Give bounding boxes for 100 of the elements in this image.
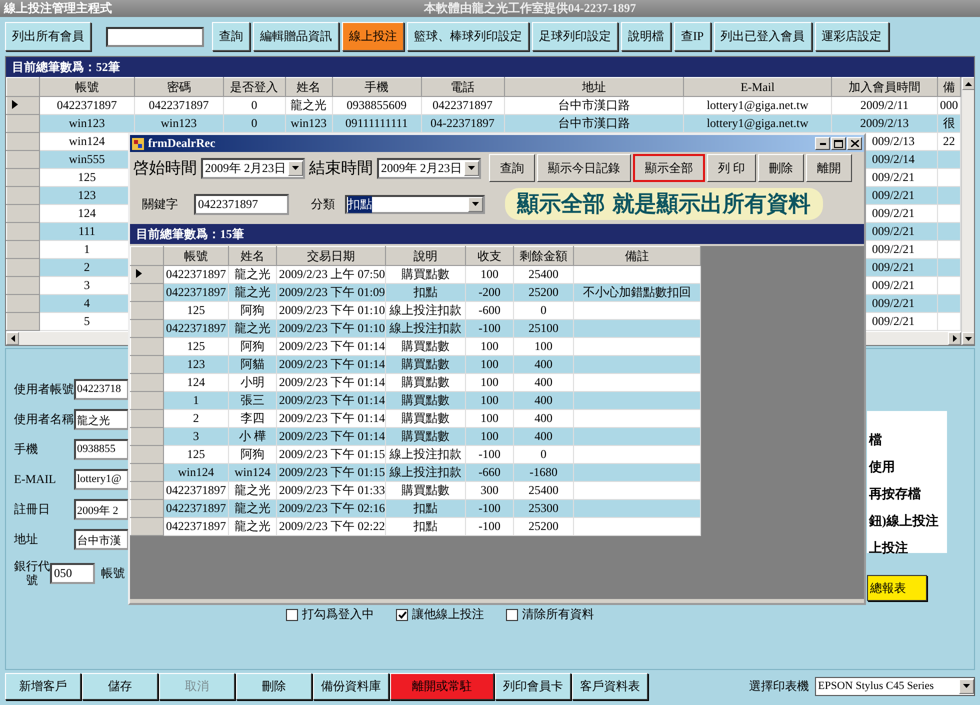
date-picker[interactable]: 2009年 2月23日 [377, 158, 481, 178]
action-button[interactable]: 備份資料庫 [313, 672, 389, 700]
column-header[interactable]: 電話 [421, 78, 504, 96]
checkbox[interactable] [506, 608, 518, 620]
dialog-button[interactable]: 刪除 [758, 154, 804, 182]
column-header[interactable]: 姓名 [228, 246, 276, 266]
row-pointer-icon [12, 100, 18, 109]
row-header[interactable] [6, 96, 40, 114]
date-picker[interactable]: 2009年 2月23日 [201, 158, 305, 178]
table-cell: 0422371897 [164, 320, 228, 338]
toolbar-button[interactable]: 查IP [674, 22, 711, 51]
action-button[interactable]: 新增客戶 [5, 672, 81, 700]
checkbox[interactable] [286, 608, 298, 620]
report-button[interactable]: 總報表 [867, 575, 927, 601]
table-cell: 購買點數 [386, 356, 466, 374]
toolbar-button[interactable]: 查詢 [212, 22, 250, 51]
printer-select[interactable]: EPSON Stylus C45 Series [815, 676, 975, 696]
row-header[interactable] [130, 266, 164, 284]
column-header[interactable]: 加入會員時間 [832, 78, 938, 96]
maximize-button[interactable] [831, 137, 846, 150]
table-cell: 購買點數 [386, 266, 466, 284]
action-button[interactable]: 列印會員卡 [495, 672, 571, 700]
table-cell: 2009/2/11 [832, 96, 938, 114]
scroll-left-button[interactable] [6, 332, 19, 345]
action-button[interactable]: 離開或常駐 [390, 672, 494, 700]
column-header[interactable]: 地址 [504, 78, 684, 96]
close-icon [850, 140, 858, 147]
toolbar-button[interactable]: 足球列印設定 [532, 22, 618, 51]
toolbar-button[interactable]: 列出所有會員 [5, 22, 91, 51]
input-field[interactable]: 台中市漢 [74, 529, 129, 550]
table-cell: 2 [164, 410, 228, 428]
table-cell: -100 [466, 320, 514, 338]
column-header[interactable]: 剩餘金額 [514, 246, 574, 266]
column-header[interactable]: 交易日期 [276, 246, 386, 266]
input-field[interactable]: lottery1@ [74, 469, 129, 490]
column-header[interactable]: 帳號 [39, 78, 134, 96]
search-field[interactable] [106, 26, 204, 46]
table-cell: win123 [39, 114, 134, 132]
banner-text: 本軟體由龍之光工作室提供04-2237-1897 [422, 0, 637, 17]
input-field[interactable]: 2009年 2 [74, 499, 129, 520]
dialog-button[interactable]: 顯示今日記錄 [537, 154, 631, 182]
checkbox-label: 讓他線上投注 [412, 606, 484, 623]
column-header[interactable]: 密碼 [134, 78, 224, 96]
dialog-button[interactable]: 查詢 [489, 154, 535, 182]
input-field[interactable]: 0938855 [74, 439, 129, 460]
table-cell: 0 [223, 114, 286, 132]
column-header[interactable]: 備註 [574, 246, 700, 266]
action-button[interactable]: 刪除 [236, 672, 312, 700]
note-text: 上投注 [869, 539, 909, 557]
toolbar-button[interactable]: 籃球、棒球列印設定 [407, 22, 529, 51]
column-header[interactable]: 手機 [332, 78, 422, 96]
table-cell: 400 [514, 428, 574, 446]
keyword-field[interactable]: 0422371897 [194, 194, 289, 214]
toolbar-button[interactable]: 列出已登入會員 [714, 22, 812, 51]
toolbar-button[interactable]: 編輯贈品資訊 [253, 22, 339, 51]
dropdown-arrow-icon[interactable] [292, 166, 299, 170]
table-cell: 25100 [514, 320, 574, 338]
scroll-right-button[interactable] [948, 332, 961, 345]
table-cell: 2009/2/23 下午 01:14 [276, 374, 386, 392]
dropdown-arrow-icon[interactable] [472, 202, 479, 206]
column-header[interactable]: 備 [937, 78, 960, 96]
table-cell: 2009/2/23 下午 01:14 [276, 356, 386, 374]
dialog-button[interactable]: 列 印 [707, 154, 756, 182]
dropdown-arrow-icon[interactable] [963, 684, 970, 688]
table-cell: 線上投注扣款 [386, 320, 466, 338]
scroll-down-button[interactable] [962, 332, 974, 345]
table-cell: 扣點 [386, 518, 466, 536]
input-field[interactable]: 050 [50, 562, 95, 584]
category-select[interactable]: 扣點 [345, 194, 485, 214]
table-cell: 2009/2/23 下午 01:15 [276, 464, 386, 482]
table-cell: 100 [466, 266, 514, 284]
action-button[interactable]: 儲存 [82, 672, 158, 700]
checkbox[interactable] [396, 608, 408, 620]
column-header[interactable]: 收支 [466, 246, 514, 266]
input-field[interactable]: 龍之光 [74, 409, 129, 430]
table-cell: 09111111111 [332, 114, 422, 132]
column-header[interactable]: 是否登入 [223, 78, 286, 96]
column-header[interactable]: 帳號 [164, 246, 228, 266]
toolbar-button[interactable]: 說明檔 [621, 22, 671, 51]
dialog-button[interactable]: 離開 [806, 154, 852, 182]
scroll-up-button[interactable] [962, 77, 974, 90]
table-cell: 0 [514, 302, 574, 320]
note-text: 使用 [869, 458, 896, 476]
close-button[interactable] [847, 137, 862, 150]
toolbar-button[interactable]: 線上投注 [342, 22, 404, 51]
dropdown-arrow-icon[interactable] [468, 166, 475, 170]
toolbar-button[interactable]: 運彩店設定 [814, 22, 889, 51]
record-count: 目前總筆數爲：15筆 [136, 226, 244, 242]
table-cell: 100 [466, 356, 514, 374]
dialog-button[interactable]: 顯示全部 [633, 154, 705, 182]
checkbox-label: 打勾爲登入中 [302, 606, 374, 623]
table-cell: 扣點 [386, 284, 466, 302]
column-header[interactable]: E-Mail [684, 78, 832, 96]
action-button[interactable]: 客戶資料表 [572, 672, 648, 700]
column-header[interactable]: 姓名 [285, 78, 332, 96]
maximize-icon [834, 140, 843, 148]
column-header[interactable]: 說明 [386, 246, 466, 266]
minimize-button[interactable] [815, 137, 830, 150]
table-cell: 不小心加錯點數扣回 [574, 284, 700, 302]
input-field[interactable]: 04223718 [74, 379, 129, 400]
